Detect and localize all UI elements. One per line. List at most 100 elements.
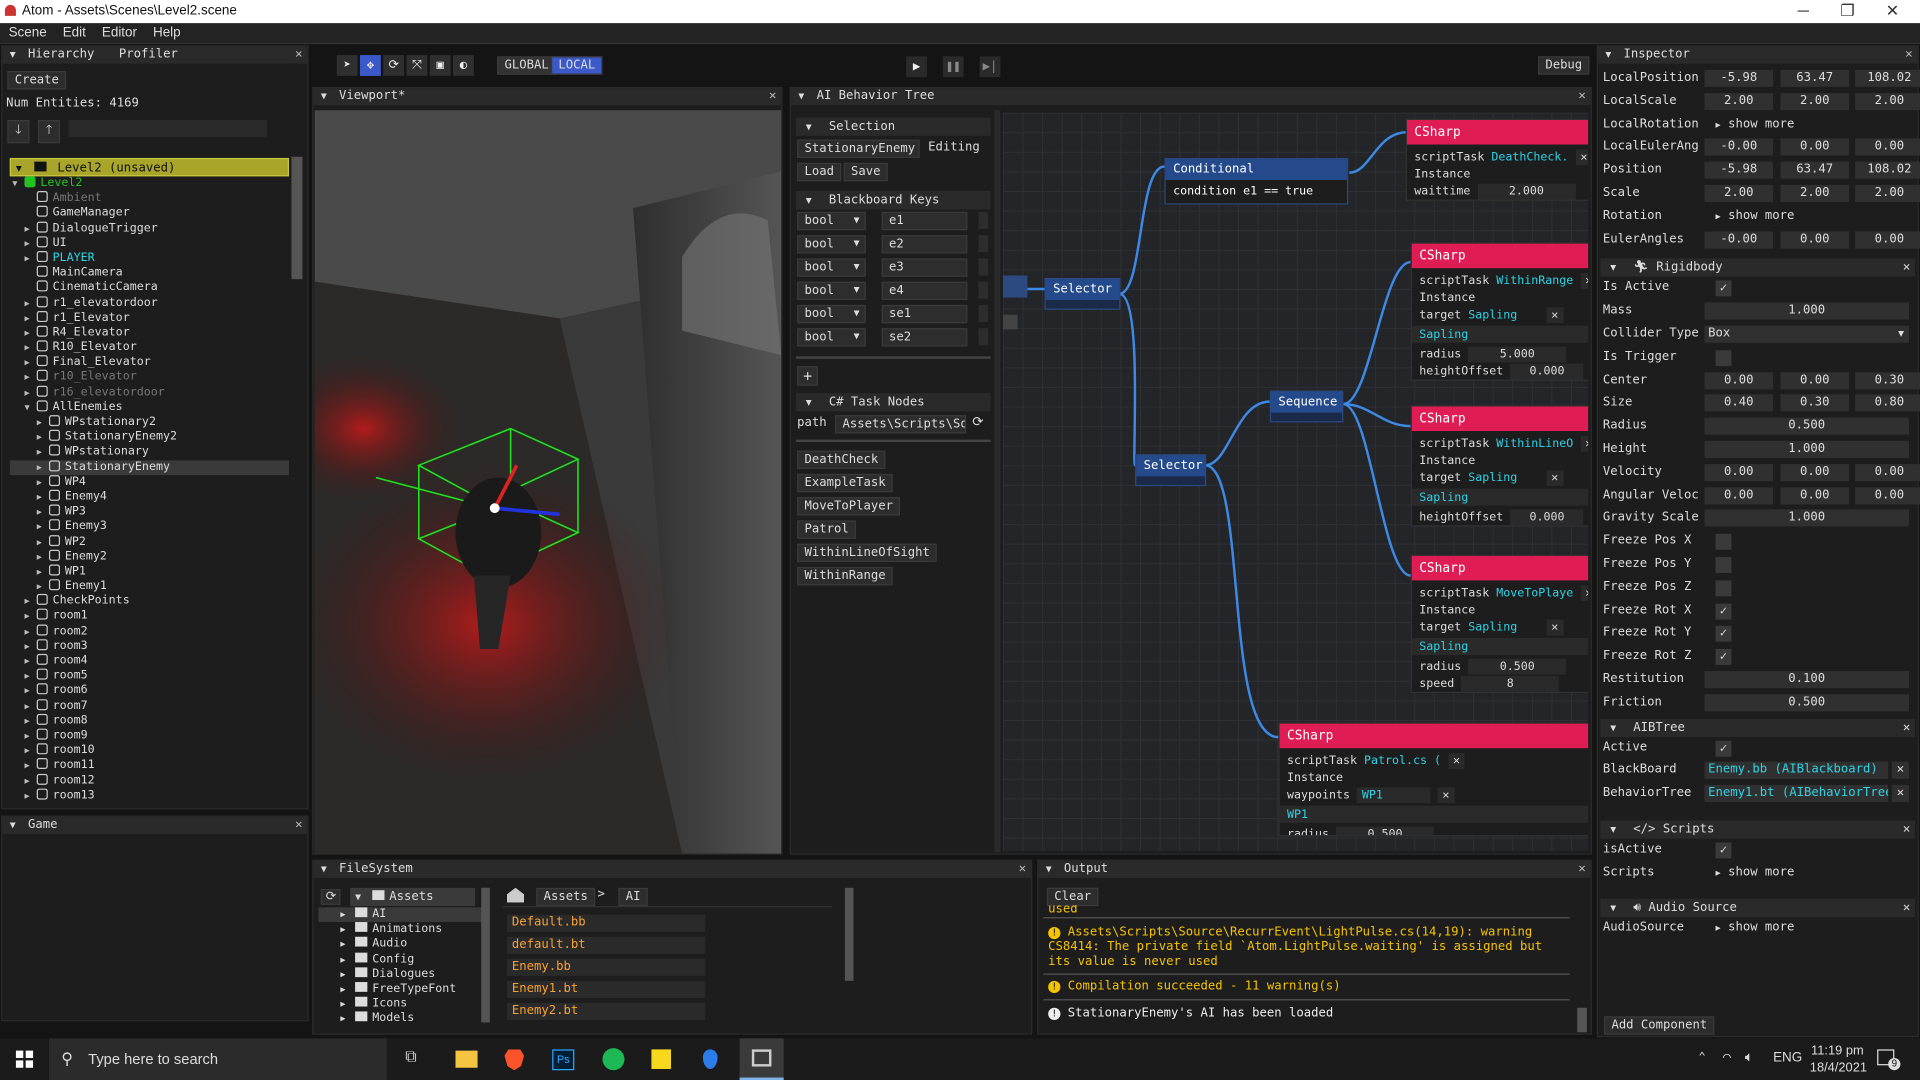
vector-field[interactable]: 0.00 xyxy=(1855,230,1920,249)
tree-item[interactable]: ▶ room2 xyxy=(10,624,289,639)
tree-item[interactable]: ▶ Enemy4 xyxy=(10,489,289,505)
vector-field[interactable]: 63.47 xyxy=(1780,161,1849,180)
tree-item[interactable]: ▶ room6 xyxy=(10,683,289,699)
task-nodes-header[interactable]: ▼ C# Task Nodes xyxy=(795,393,991,412)
tree-item[interactable]: ▶ room7 xyxy=(10,698,289,714)
tree-item[interactable]: ▶ r1_elevatordoor xyxy=(10,295,289,311)
menu-help[interactable]: Help xyxy=(144,23,188,41)
collapse-arrow-icon[interactable]: ▶ xyxy=(24,370,29,385)
tree-item[interactable]: ▶ Enemy2 xyxy=(10,549,289,564)
aibtree-header[interactable]: ▼ AIBTree ✕ xyxy=(1600,718,1916,737)
hierarchy-search-input[interactable] xyxy=(68,120,267,138)
language-indicator[interactable]: ENG xyxy=(1773,1051,1802,1066)
vector-field[interactable]: 0.00 xyxy=(1855,138,1920,156)
radius-field[interactable]: 5.000 xyxy=(1468,346,1567,363)
scripts-show-more[interactable]: ▶ show more xyxy=(1716,862,1795,884)
assets-root-item[interactable]: ▼ Assets xyxy=(350,887,476,907)
tree-item[interactable]: ▶ StationaryEnemy xyxy=(9,459,289,475)
number-field[interactable]: 0.500 xyxy=(1704,417,1909,435)
breadcrumb-assets[interactable]: Assets xyxy=(536,887,596,907)
collapse-arrow-icon[interactable]: ▶ xyxy=(24,639,29,654)
folder-item[interactable]: ▶ Config xyxy=(318,952,489,967)
tree-item[interactable]: ▶ WP1 xyxy=(10,564,289,579)
sticky-notes-icon[interactable] xyxy=(651,1049,672,1069)
tab-filesystem[interactable]: FileSystem xyxy=(339,862,413,875)
tab-hierarchy[interactable]: Hierarchy xyxy=(28,48,94,61)
add-component-button[interactable]: Add Component xyxy=(1604,1016,1715,1035)
tree-item[interactable]: ▶ WP2 xyxy=(10,534,289,549)
tree-item[interactable]: ▶ WP4 xyxy=(10,474,289,490)
vector-field[interactable]: 0.00 xyxy=(1780,138,1849,156)
target-field[interactable]: Sapling xyxy=(1468,309,1517,322)
waittime-field[interactable]: 2.000 xyxy=(1477,183,1576,200)
vector-field[interactable]: 0.00 xyxy=(1780,230,1849,249)
remove-icon[interactable]: ✕ xyxy=(1580,435,1589,452)
collapse-arrow-icon[interactable]: ▶ xyxy=(24,385,29,400)
chevron-up-icon[interactable]: ⌃ xyxy=(1698,1051,1705,1064)
tree-item[interactable]: ▶ r16_elevatordoor xyxy=(10,385,289,400)
menu-edit[interactable]: Edit xyxy=(54,23,93,41)
selector-node[interactable]: Selector xyxy=(1044,277,1121,310)
checkbox[interactable]: ✓ xyxy=(1715,626,1732,643)
vector-field[interactable]: 63.47 xyxy=(1780,69,1849,87)
collapse-arrow-icon[interactable]: ▶ xyxy=(24,221,29,236)
home-icon[interactable] xyxy=(506,887,525,903)
task-node-item[interactable]: ExampleTask xyxy=(796,473,991,497)
collapse-arrow-icon[interactable]: ▶ xyxy=(24,624,29,639)
folder-item[interactable]: ▶ Icons xyxy=(318,996,489,1012)
close-icon[interactable]: ✕ xyxy=(1578,88,1585,105)
tree-item[interactable]: ▶ PLAYER xyxy=(10,250,289,266)
remove-component-icon[interactable]: ✕ xyxy=(1903,718,1910,736)
tree-item[interactable]: ▶ WPstationary xyxy=(10,444,289,460)
vector-field[interactable]: 0.00 xyxy=(1704,463,1774,481)
scrollbar[interactable] xyxy=(1577,1007,1587,1033)
add-key-button[interactable]: + xyxy=(797,366,819,386)
collapse-arrow-icon[interactable]: ▶ xyxy=(37,579,42,594)
folder-item[interactable]: ▶ Animations xyxy=(318,922,489,937)
key-name-input[interactable]: se1 xyxy=(881,304,968,324)
collapse-arrow-icon[interactable]: ▶ xyxy=(24,296,29,311)
close-icon[interactable]: ✕ xyxy=(295,47,302,64)
vector-field[interactable]: 2.00 xyxy=(1780,184,1849,203)
key-name-input[interactable]: se2 xyxy=(881,328,968,347)
tab-output[interactable]: Output xyxy=(1064,862,1108,875)
task-node-item[interactable]: WithinRange xyxy=(796,566,991,590)
file-item[interactable]: Enemy.bb xyxy=(506,958,706,976)
conditional-node[interactable]: Conditional condition e1 == true xyxy=(1164,157,1349,205)
key-name-input[interactable]: e3 xyxy=(881,258,968,277)
file-item[interactable]: Default.bb xyxy=(506,914,706,932)
collapse-arrow-icon[interactable]: ▶ xyxy=(37,460,42,475)
task-node-item[interactable]: DeathCheck xyxy=(796,450,991,474)
close-icon[interactable]: ✕ xyxy=(1578,861,1585,878)
collapse-arrow-icon[interactable]: ▶ xyxy=(24,326,29,341)
key-name-input[interactable]: e1 xyxy=(881,211,968,231)
tree-item[interactable]: ▼ Level2 xyxy=(10,176,289,191)
file-item[interactable]: Enemy1.bt xyxy=(506,980,706,998)
tab-ai-behavior-tree[interactable]: AI Behavior Tree xyxy=(817,89,935,102)
waypoints-field[interactable]: WP1 xyxy=(1357,787,1431,804)
number-field[interactable]: 0.500 xyxy=(1704,693,1909,712)
move-tool-icon[interactable]: ✥ xyxy=(360,55,381,76)
tree-item[interactable]: ▶ room8 xyxy=(10,713,289,729)
remove-icon[interactable]: ✕ xyxy=(1546,619,1564,636)
folder-item[interactable]: ▶ Audio xyxy=(318,937,489,952)
collapse-arrow-icon[interactable]: ▶ xyxy=(24,609,29,624)
tree-root-item[interactable]: ▼ Level2 (unsaved) xyxy=(9,157,289,177)
checkbox[interactable] xyxy=(1715,349,1732,366)
expand-arrow-icon[interactable]: ▼ xyxy=(24,400,29,415)
csharp-node-deathcheck[interactable]: CSharp scriptTask DeathCheck. ✕ Instance… xyxy=(1405,118,1589,201)
file-item[interactable]: Enemy2.bt xyxy=(506,1002,706,1021)
key-name-input[interactable]: e2 xyxy=(881,235,968,254)
collapse-arrow-icon[interactable]: ▶ xyxy=(37,534,42,549)
show-more-toggle[interactable]: ▶ show more xyxy=(1716,205,1795,227)
close-icon[interactable]: ✕ xyxy=(769,88,776,105)
scripts-header[interactable]: ▼ </> Scripts ✕ xyxy=(1600,820,1916,839)
task-node-item[interactable]: Patrol xyxy=(796,520,991,543)
vector-field[interactable]: 2.00 xyxy=(1704,184,1774,203)
checkbox[interactable] xyxy=(1715,557,1732,573)
minimize-button[interactable]: ─ xyxy=(1798,1,1809,19)
tree-item[interactable]: ▶ r1_Elevator xyxy=(10,310,289,326)
collapse-arrow-icon[interactable]: ▶ xyxy=(37,505,42,520)
tree-item[interactable]: CinematicCamera xyxy=(10,280,289,296)
tree-item[interactable]: ▶ r10_Elevator xyxy=(10,370,289,385)
